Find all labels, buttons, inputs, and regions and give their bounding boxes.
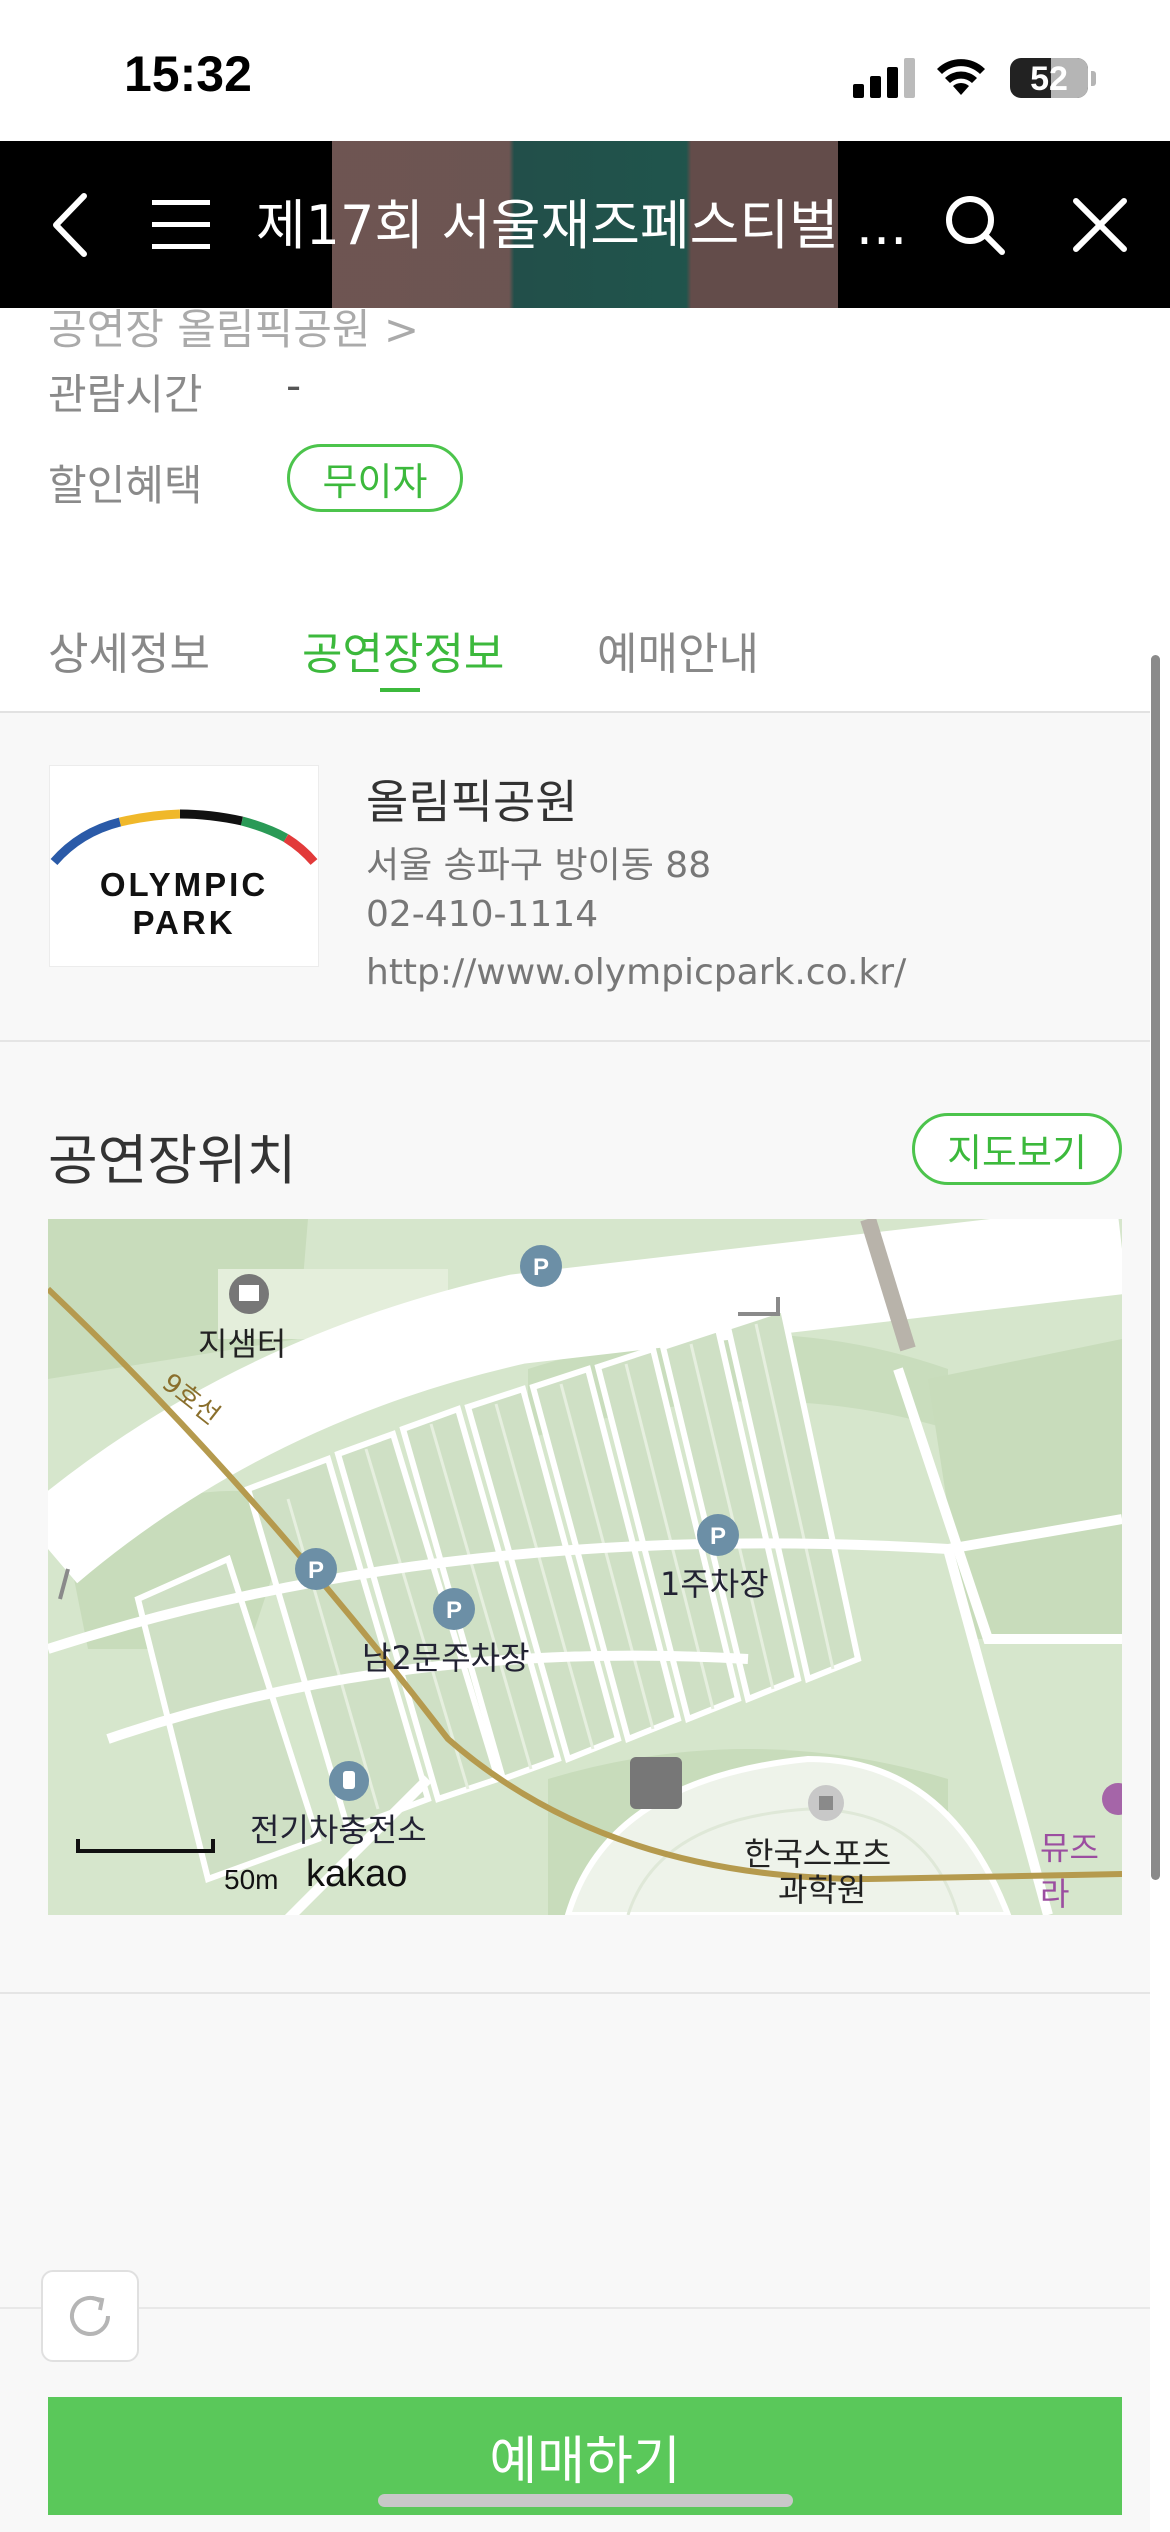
viewing-time-value: - bbox=[286, 361, 302, 410]
battery-level: 52 bbox=[1030, 60, 1068, 98]
bottom-divider bbox=[0, 2307, 1150, 2309]
scrollbar[interactable] bbox=[1151, 655, 1160, 1880]
search-button[interactable] bbox=[930, 141, 1020, 308]
status-bar: 15:32 52 bbox=[0, 0, 1170, 141]
battery-tip bbox=[1091, 71, 1096, 86]
refresh-button[interactable] bbox=[41, 2270, 139, 2362]
venue-map[interactable]: P P P P 지샘터 9호선 1주차장 남2문주차장 전기차충전소 한국스포츠… bbox=[48, 1219, 1122, 1915]
viewing-time-label: 관람시간 bbox=[48, 370, 203, 419]
page-title: 제17회 서울재즈페스티벌 ... bbox=[256, 194, 908, 257]
hamburger-menu-icon bbox=[152, 199, 210, 249]
status-time: 15:32 bbox=[124, 46, 252, 102]
chevron-left-icon bbox=[53, 192, 87, 257]
battery-icon: 52 bbox=[1010, 58, 1088, 98]
venue-logo: OLYMPIC PARK bbox=[49, 765, 319, 967]
menu-button[interactable] bbox=[140, 141, 222, 308]
active-tab-indicator bbox=[380, 688, 420, 692]
wifi-icon bbox=[937, 59, 985, 95]
map-scale-label: 50m bbox=[224, 1864, 279, 1895]
section-divider bbox=[0, 1040, 1150, 1042]
venue-name: 올림픽공원 bbox=[366, 775, 578, 829]
view-map-button[interactable]: 지도보기 bbox=[912, 1113, 1122, 1185]
map-label-parking1: 1주차장 bbox=[660, 1565, 769, 1603]
map-label-museum: 뮤즈라 bbox=[1040, 1829, 1099, 1913]
map-label-sports-science-2: 과학원 bbox=[778, 1871, 867, 1909]
back-button[interactable] bbox=[20, 141, 120, 308]
close-icon bbox=[1073, 197, 1127, 252]
map-label-library: 지샘터 bbox=[198, 1325, 287, 1363]
svg-text:P: P bbox=[308, 1557, 324, 1584]
tab-venue-info[interactable]: 공연장정보 bbox=[302, 618, 504, 682]
search-icon bbox=[946, 195, 1005, 255]
venue-website-link[interactable]: http://www.olympicpark.co.kr/ bbox=[366, 952, 906, 993]
venue-logo-text: OLYMPIC PARK bbox=[99, 866, 269, 941]
olympic-arc-icon bbox=[50, 809, 318, 866]
cellular-signal-icon bbox=[853, 58, 915, 98]
venue-address: 서울 송파구 방이동 88 bbox=[366, 845, 712, 886]
svg-text:P: P bbox=[710, 1523, 726, 1550]
top-nav-bar: 제17회 서울재즈페스티벌 ... bbox=[0, 141, 1170, 308]
home-indicator bbox=[378, 2494, 793, 2507]
map-label-ev-charging: 전기차충전소 bbox=[250, 1811, 427, 1849]
map-provider-logo: kakao bbox=[306, 1853, 408, 1895]
venue-location-heading: 공연장위치 bbox=[48, 1129, 297, 1192]
svg-text:P: P bbox=[533, 1254, 549, 1281]
tab-booking-guide[interactable]: 예매안내 bbox=[597, 618, 759, 682]
interest-free-badge: 무이자 bbox=[287, 444, 463, 512]
venue-phone-link[interactable]: 02-410-1114 bbox=[366, 894, 598, 935]
map-label-parking-south2: 남2문주차장 bbox=[362, 1639, 530, 1677]
svg-text:P: P bbox=[446, 1597, 462, 1624]
refresh-icon bbox=[70, 2295, 110, 2336]
discount-label: 할인혜택 bbox=[48, 461, 203, 510]
close-button[interactable] bbox=[1055, 141, 1145, 308]
tab-details[interactable]: 상세정보 bbox=[48, 618, 210, 682]
section-divider-2 bbox=[0, 1992, 1150, 1994]
